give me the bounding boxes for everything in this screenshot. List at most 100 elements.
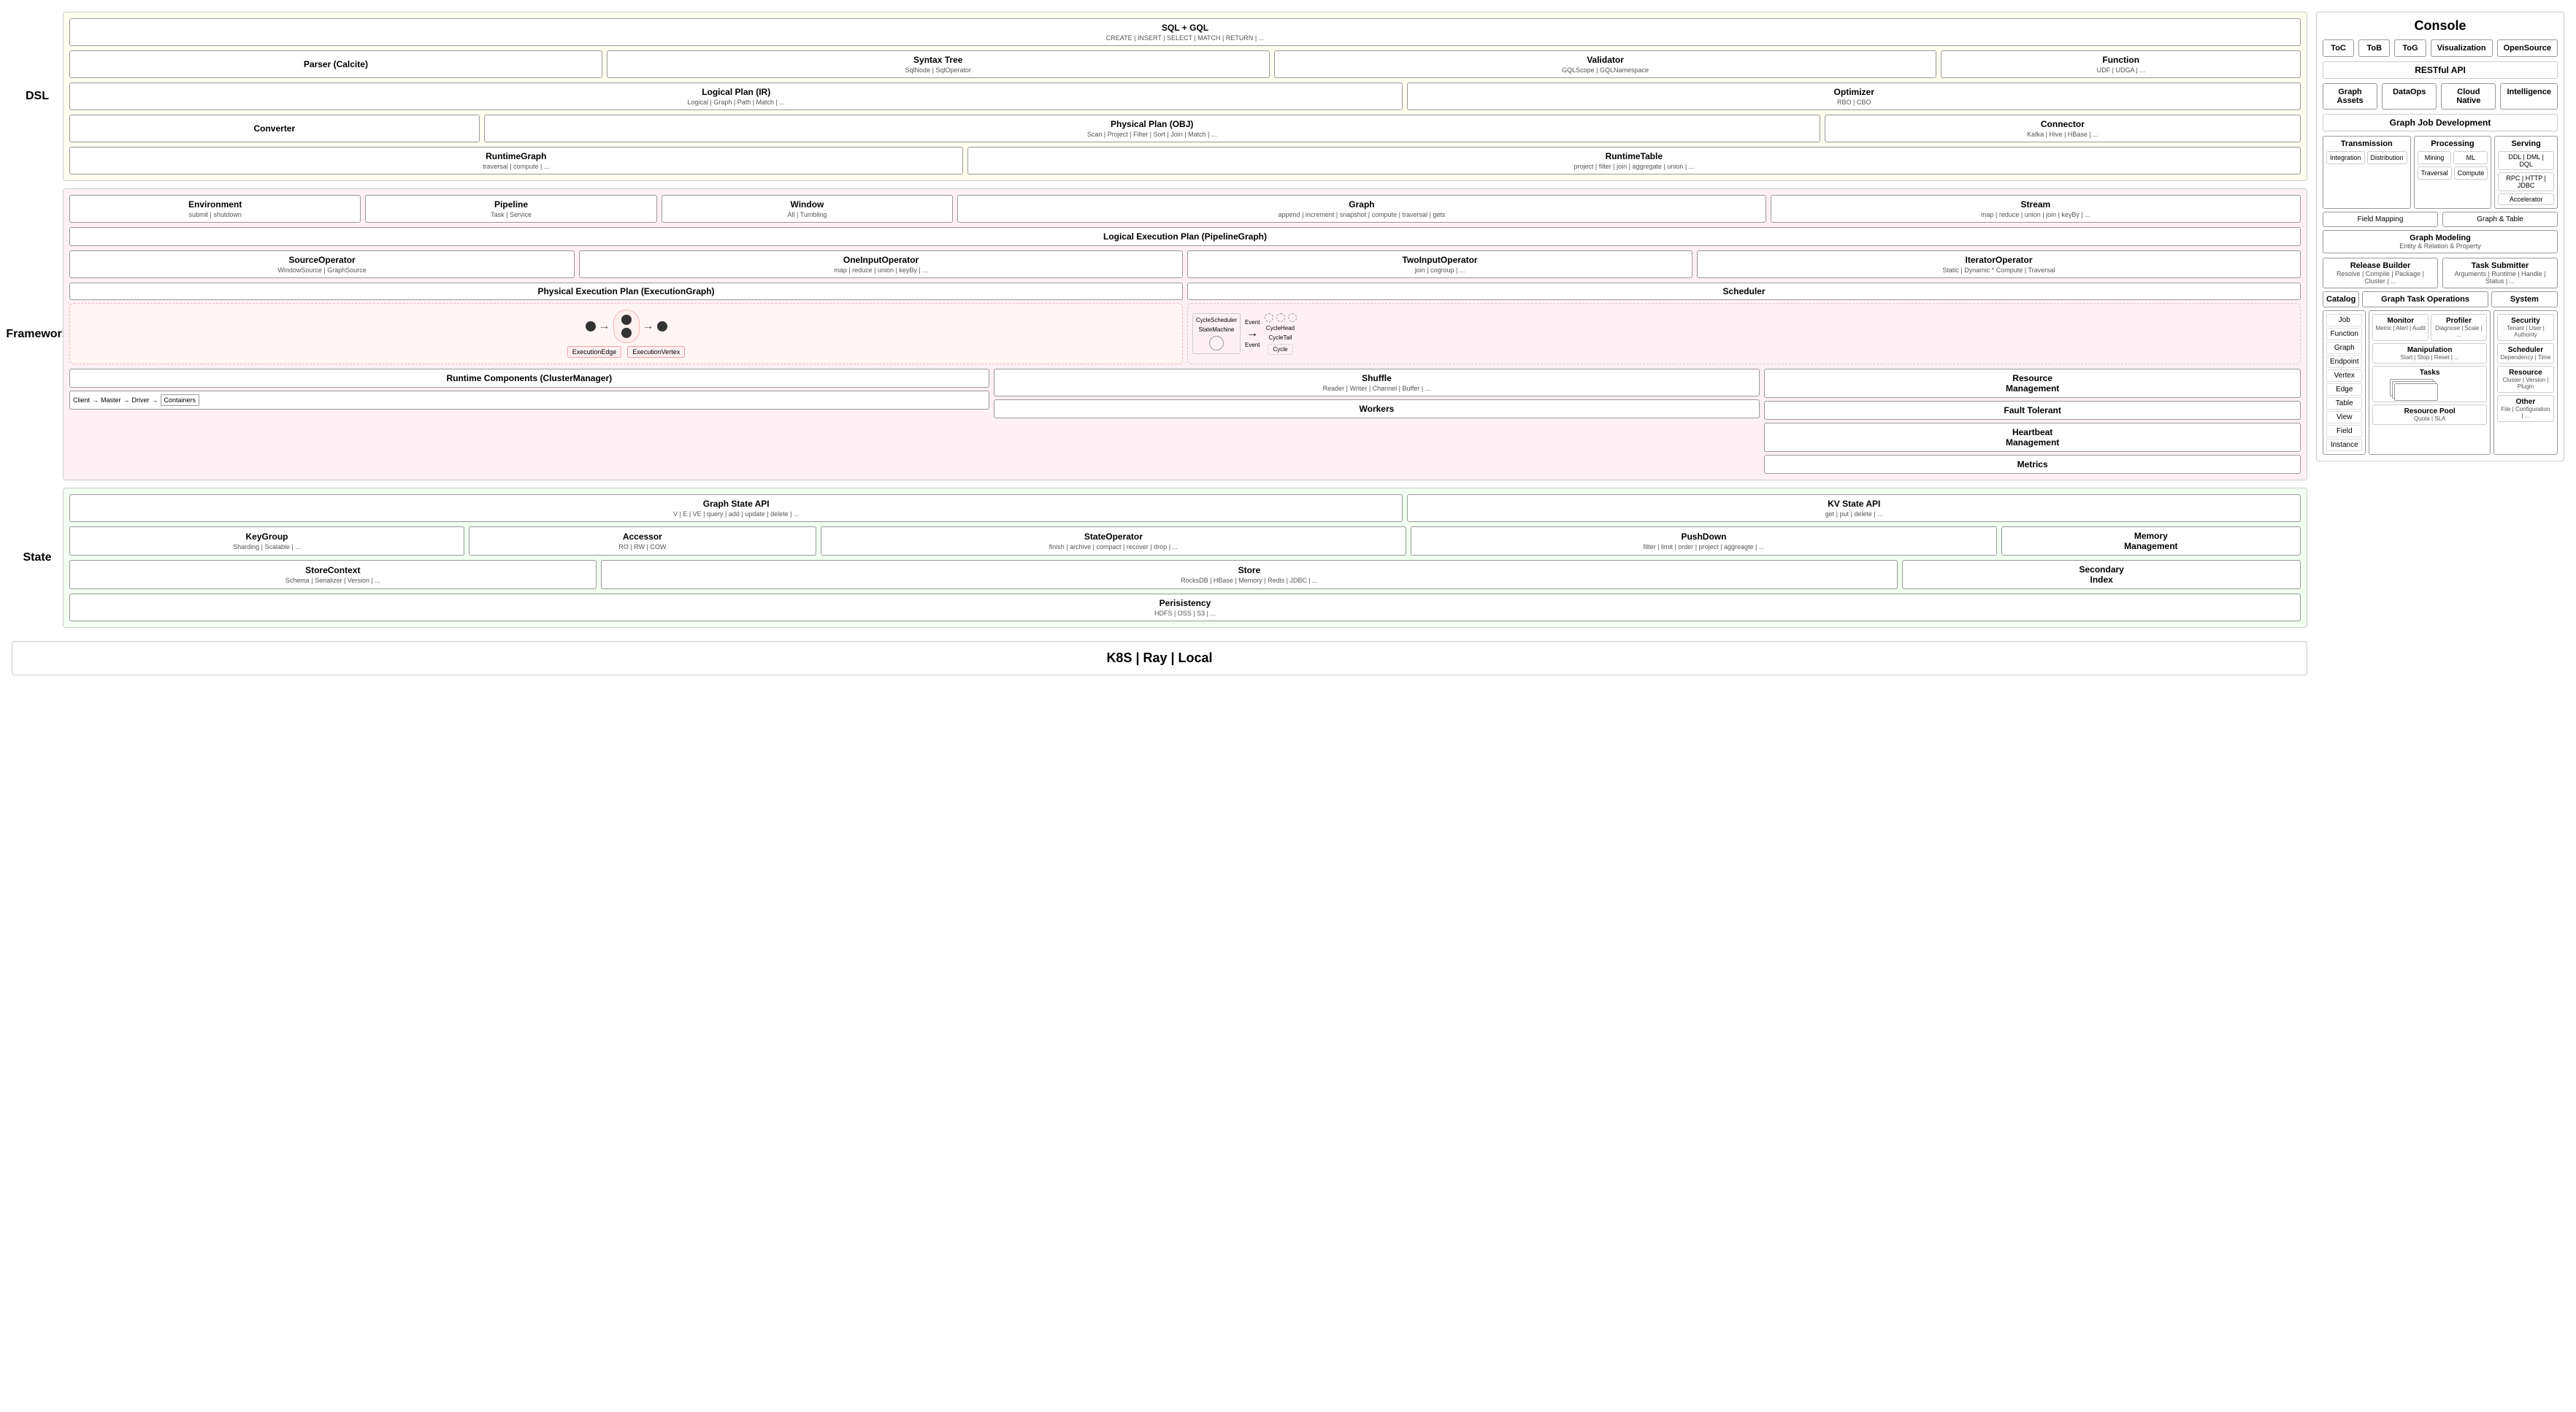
exec-vertex-label: ExecutionVertex (627, 346, 685, 358)
exec-edge-label: ExecutionEdge (567, 346, 622, 358)
heartbeat-mgmt-title: Heartbeat Management (1771, 427, 2294, 448)
profiler-title: Profiler (2434, 317, 2484, 325)
tab-tog[interactable]: ToG (2394, 39, 2426, 57)
runtime-table-subtitle: project | filter | join | aggregate | un… (974, 163, 2294, 170)
release-builder-subtitle: Resolve | Compile | Package | Cluster | … (2326, 270, 2434, 285)
resource-sys-title: Resource (2500, 369, 2551, 377)
env-subtitle: submit | shutdown (76, 211, 354, 218)
metrics-title: Metrics (1771, 459, 2294, 469)
graph-assets-cell[interactable]: Graph Assets (2323, 83, 2377, 110)
graph-fw-title: Graph (964, 199, 1760, 210)
dataops-cell[interactable]: DataOps (2382, 83, 2437, 110)
catalog-graph[interactable]: Graph (2326, 342, 2362, 354)
state-op-title: StateOperator (827, 532, 1400, 542)
iterator-op-subtitle: Static | Dynamic * Compute | Traversal (1703, 266, 2294, 274)
graph-state-api-title: Graph State API (76, 499, 1396, 509)
catalog-field[interactable]: Field (2326, 425, 2362, 437)
exec-arrow2: → (643, 320, 654, 333)
workers-title: Workers (1000, 404, 1754, 414)
sql-gql-title: SQL + GQL (76, 23, 2294, 33)
twoinput-op-title: TwoInputOperator (1194, 255, 1686, 265)
kv-state-api-subtitle: get | put | delete | ... (1414, 510, 2294, 518)
graph-task-ops-header: Graph Task Operations (2362, 291, 2488, 307)
store-subtitle: RocksDB | HBase | Memory | Redis | JDBC … (607, 577, 1892, 584)
keygroup-subtitle: Sharding | Scalable | ... (76, 543, 458, 550)
connector-subtitle: Kafka | Hive | HBase | ... (1831, 131, 2294, 138)
cycle-label: Cycle (1268, 344, 1292, 355)
store-title: Store (607, 565, 1892, 575)
persistency-title: Perisistency (76, 598, 2294, 608)
store-context-title: StoreContext (76, 565, 590, 575)
accelerator-cell: Accelerator (2498, 193, 2554, 205)
pushdown-subtitle: filter | limit | order | project | aggre… (1417, 543, 1990, 550)
resource-mgmt-title: Resource Management (1771, 373, 2294, 394)
manipulation-subtitle: Start | Stop | Reset | ... (2375, 354, 2483, 361)
exec-dot4 (657, 321, 667, 331)
release-builder-title: Release Builder (2326, 261, 2434, 270)
runtime-graph-title: RuntimeGraph (76, 151, 957, 161)
intelligence-cell[interactable]: Intelligence (2500, 83, 2558, 110)
cloud-native-cell[interactable]: Cloud Native (2441, 83, 2496, 110)
source-op-subtitle: WindowSource | GraphSource (76, 266, 568, 274)
tab-tob[interactable]: ToB (2358, 39, 2390, 57)
syntax-tree-subtitle: SqlNode | SqlOperator (613, 66, 1263, 74)
catalog-edge[interactable]: Edge (2326, 383, 2362, 396)
validator-subtitle: GQLScope | GQLNamespace (1281, 66, 1931, 74)
catalog-vertex[interactable]: Vertex (2326, 369, 2362, 382)
source-op-title: SourceOperator (76, 255, 568, 265)
compute-cell: Compute (2454, 166, 2488, 180)
graph-modeling-title: Graph Modeling (2326, 234, 2554, 242)
pushdown-title: PushDown (1417, 532, 1990, 542)
mining-cell: Mining (2418, 151, 2452, 164)
window-title: Window (668, 199, 946, 210)
sql-gql-subtitle: CREATE | INSERT | SELECT | MATCH | RETUR… (76, 34, 2294, 42)
scheduler-sys-subtitle: Dependency | Time (2500, 354, 2551, 361)
pipeline-title: Pipeline (372, 199, 650, 210)
fault-tolerant-title: Fault Tolerant (1771, 405, 2294, 415)
exec-dot1 (586, 321, 596, 331)
processing-title: Processing (2418, 139, 2488, 148)
other-sys-title: Other (2500, 398, 2551, 406)
accessor-subtitle: RO | RW | COW (475, 543, 810, 550)
memory-mgmt-title: Memory Management (2008, 531, 2294, 551)
other-sys-subtitle: File | Configuration | ... (2500, 406, 2551, 419)
oneinput-op-title: OneInputOperator (586, 255, 1176, 265)
shuffle-title: Shuffle (1000, 373, 1754, 383)
catalog-endpoint[interactable]: Endpoint (2326, 356, 2362, 368)
oneinput-op-subtitle: map | reduce | union | keyBy | ... (586, 266, 1176, 274)
catalog-table[interactable]: Table (2326, 397, 2362, 410)
catalog-view[interactable]: View (2326, 411, 2362, 423)
scheduler-title: Scheduler (1191, 286, 2297, 296)
parser-title: Parser (Calcite) (76, 59, 596, 69)
dsl-label: DSL (12, 12, 63, 181)
persistency-subtitle: HDFS | OSS | S3 | ... (76, 610, 2294, 617)
field-mapping-cell: Field Mapping (2323, 212, 2438, 227)
catalog-function[interactable]: Function (2326, 328, 2362, 340)
traversal-cell: Traversal (2418, 166, 2452, 180)
graph-modeling-subtitle: Entity & Relation & Property (2326, 242, 2554, 250)
catalog-header: Catalog (2323, 291, 2359, 307)
rpc-cell: RPC | HTTP | JDBC (2498, 172, 2554, 191)
tab-opensource[interactable]: OpenSource (2497, 39, 2558, 57)
runtime-graph-subtitle: traversal | compute | ... (76, 163, 957, 170)
manipulation-title: Manipulation (2375, 346, 2483, 354)
catalog-instance[interactable]: Instance (2326, 439, 2362, 451)
state-label: State (12, 488, 63, 628)
tab-visualization[interactable]: Visualization (2431, 39, 2493, 57)
k8s-bar: K8S | Ray | Local (12, 641, 2307, 675)
serving-title: Serving (2498, 139, 2554, 148)
catalog-job[interactable]: Job (2326, 314, 2362, 326)
restful-api-header: RESTful API (2323, 61, 2558, 79)
event2-label: Event (1245, 342, 1260, 348)
resource-pool-title: Resource Pool (2375, 407, 2483, 415)
tab-toc[interactable]: ToC (2323, 39, 2354, 57)
exec-dot3 (621, 328, 632, 338)
distribution-cell: Distribution (2367, 151, 2407, 164)
kv-state-api-title: KV State API (1414, 499, 2294, 509)
function-title: Function (1947, 55, 2294, 65)
task-submitter-subtitle: Arguments | Runtime | Handle | Status | … (2446, 270, 2554, 285)
profiler-subtitle: Diagnose | Scale | ... (2434, 325, 2484, 338)
store-context-subtitle: Schema | Serializer | Version | ... (76, 577, 590, 584)
env-title: Environment (76, 199, 354, 210)
monitor-title: Monitor (2375, 317, 2426, 325)
